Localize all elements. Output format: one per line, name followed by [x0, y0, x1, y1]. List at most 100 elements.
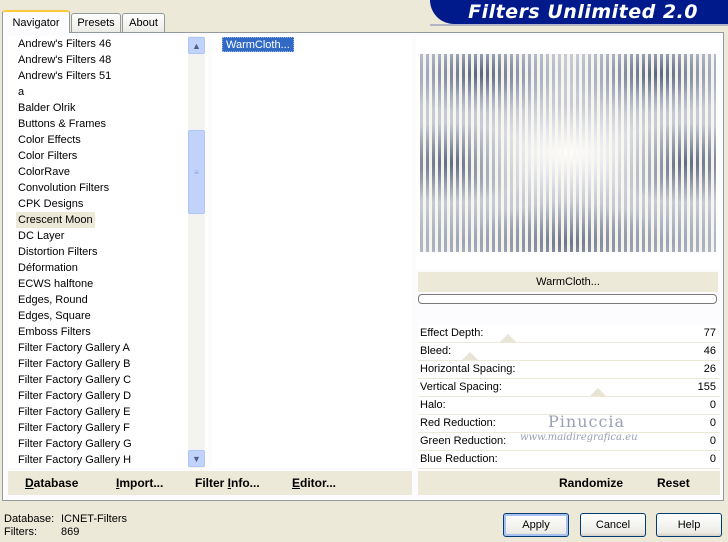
arrow-up-icon: ▲: [192, 40, 201, 51]
filters-count-value: 869: [61, 526, 80, 538]
category-item[interactable]: Filter Factory Gallery B: [16, 356, 132, 372]
progress-bar: [418, 294, 717, 304]
param-row[interactable]: Horizontal Spacing: 26: [418, 361, 720, 379]
category-item[interactable]: Distortion Filters: [16, 244, 99, 260]
filter-info-label-b: nfo...: [231, 476, 260, 490]
scroll-up-button[interactable]: ▲: [188, 37, 205, 54]
category-item[interactable]: Andrew's Filters 46: [16, 36, 113, 52]
category-item[interactable]: Crescent Moon: [16, 212, 95, 228]
category-item[interactable]: Color Effects: [16, 132, 83, 148]
param-value: 0: [709, 435, 716, 447]
randomize-button[interactable]: Randomize: [559, 476, 623, 490]
param-value: 155: [697, 381, 716, 393]
database-button[interactable]: Database: [25, 476, 78, 490]
watermark-url: www.maidiregrafica.eu: [520, 432, 638, 443]
category-item[interactable]: ECWS halftone: [16, 276, 95, 292]
param-value: 46: [703, 345, 716, 357]
import-button[interactable]: Import...: [116, 476, 163, 490]
category-item[interactable]: Convolution Filters: [16, 180, 111, 196]
param-label: Vertical Spacing:: [420, 381, 502, 393]
scroll-thumb[interactable]: ≡: [188, 130, 205, 214]
editor-label: ditor...: [300, 476, 337, 490]
reset-button[interactable]: Reset: [657, 476, 690, 490]
category-item[interactable]: Filter Factory Gallery A: [16, 340, 132, 356]
param-row[interactable]: Blue Reduction: 0: [418, 451, 720, 469]
grip-icon: ≡: [194, 167, 199, 177]
param-value: 26: [703, 363, 716, 375]
tab-navigator[interactable]: Navigator: [2, 10, 70, 33]
category-item[interactable]: CPK Designs: [16, 196, 85, 212]
database-label: atabase: [33, 476, 79, 490]
tab-about[interactable]: About: [122, 13, 165, 32]
current-filter-name: WarmCloth...: [536, 276, 600, 288]
category-item[interactable]: Color Filters: [16, 148, 79, 164]
help-button[interactable]: Help: [656, 513, 722, 537]
tab-label: Navigator: [12, 16, 60, 29]
editor-button[interactable]: Editor...: [292, 476, 336, 490]
category-scrollbar[interactable]: ▲ ≡ ▼: [188, 36, 205, 468]
param-value: 0: [709, 453, 716, 465]
slider-marker-icon: [462, 352, 478, 360]
category-item[interactable]: Filter Factory Gallery D: [16, 388, 133, 404]
param-label: Green Reduction:: [420, 435, 507, 447]
filter-info-button[interactable]: Filter Info...: [195, 476, 260, 490]
param-row[interactable]: Vertical Spacing: 155: [418, 379, 720, 397]
arrow-down-icon: ▼: [192, 453, 201, 464]
editor-mnemonic: E: [292, 476, 301, 490]
param-value: 0: [709, 417, 716, 429]
list-toolbar: Database Import... Filter Info... Editor…: [8, 471, 412, 495]
category-item[interactable]: Andrew's Filters 48: [16, 52, 113, 68]
filters-count-label: Filters:: [4, 526, 37, 538]
category-item[interactable]: Edges, Square: [16, 308, 93, 324]
category-item[interactable]: Balder Olrik: [16, 100, 77, 116]
import-label: mport...: [119, 476, 164, 490]
category-item[interactable]: Edges, Round: [16, 292, 90, 308]
scroll-down-button[interactable]: ▼: [188, 450, 205, 467]
status-area: Database: ICNET-Filters Filters: 869: [4, 513, 127, 539]
param-label: Red Reduction:: [420, 417, 496, 429]
tab-presets[interactable]: Presets: [71, 13, 121, 32]
database-mnemonic: D: [25, 476, 34, 490]
app-title-banner: Filters Unlimited 2.0: [430, 0, 728, 24]
category-item[interactable]: DC Layer: [16, 228, 66, 244]
category-item[interactable]: Buttons & Frames: [16, 116, 108, 132]
param-row[interactable]: Bleed: 46: [418, 343, 720, 361]
banner-underline: [430, 24, 728, 26]
slider-marker-icon: [590, 388, 606, 396]
category-item[interactable]: a: [16, 84, 26, 100]
filter-item-warmcloth[interactable]: WarmCloth...: [222, 37, 294, 52]
param-label: Effect Depth:: [420, 327, 484, 339]
category-list[interactable]: Andrew's Filters 46 Andrew's Filters 48 An…: [8, 36, 208, 468]
param-label: Blue Reduction:: [420, 453, 498, 465]
apply-button[interactable]: Apply: [503, 513, 569, 537]
preview-image: [420, 54, 716, 252]
category-item[interactable]: Filter Factory Gallery F: [16, 420, 132, 436]
filter-name-bar: WarmCloth...: [418, 272, 718, 292]
tab-label: About: [129, 17, 158, 29]
param-label: Bleed:: [420, 345, 452, 357]
app-title: Filters Unlimited 2.0: [468, 1, 698, 23]
param-value: 0: [709, 399, 716, 411]
param-value: 77: [703, 327, 716, 339]
database-status-value: ICNET-Filters: [61, 513, 127, 525]
filter-info-label-a: Filter: [195, 476, 228, 490]
category-item[interactable]: Filter Factory Gallery E: [16, 404, 132, 420]
param-row[interactable]: Effect Depth: 77: [418, 325, 720, 343]
category-item[interactable]: Filter Factory Gallery G: [16, 436, 134, 452]
cancel-button[interactable]: Cancel: [580, 513, 646, 537]
category-item[interactable]: Filter Factory Gallery H: [16, 452, 133, 468]
param-label: Halo:: [420, 399, 446, 411]
category-item[interactable]: Filter Factory Gallery C: [16, 372, 133, 388]
slider-marker-icon: [500, 334, 516, 342]
parameter-list: Effect Depth: 77 Bleed: 46 Horizontal Spacin…: [418, 325, 720, 469]
category-item[interactable]: Emboss Filters: [16, 324, 93, 340]
filter-list[interactable]: WarmCloth...: [212, 36, 412, 468]
tab-label: Presets: [77, 17, 115, 29]
param-label: Horizontal Spacing:: [420, 363, 516, 375]
watermark-name: Pinuccia: [548, 412, 626, 431]
category-item[interactable]: ColorRave: [16, 164, 72, 180]
category-item[interactable]: Andrew's Filters 51: [16, 68, 113, 84]
database-status-label: Database:: [4, 513, 55, 525]
param-toolbar: Randomize Reset: [418, 471, 720, 495]
category-item[interactable]: Déformation: [16, 260, 80, 276]
